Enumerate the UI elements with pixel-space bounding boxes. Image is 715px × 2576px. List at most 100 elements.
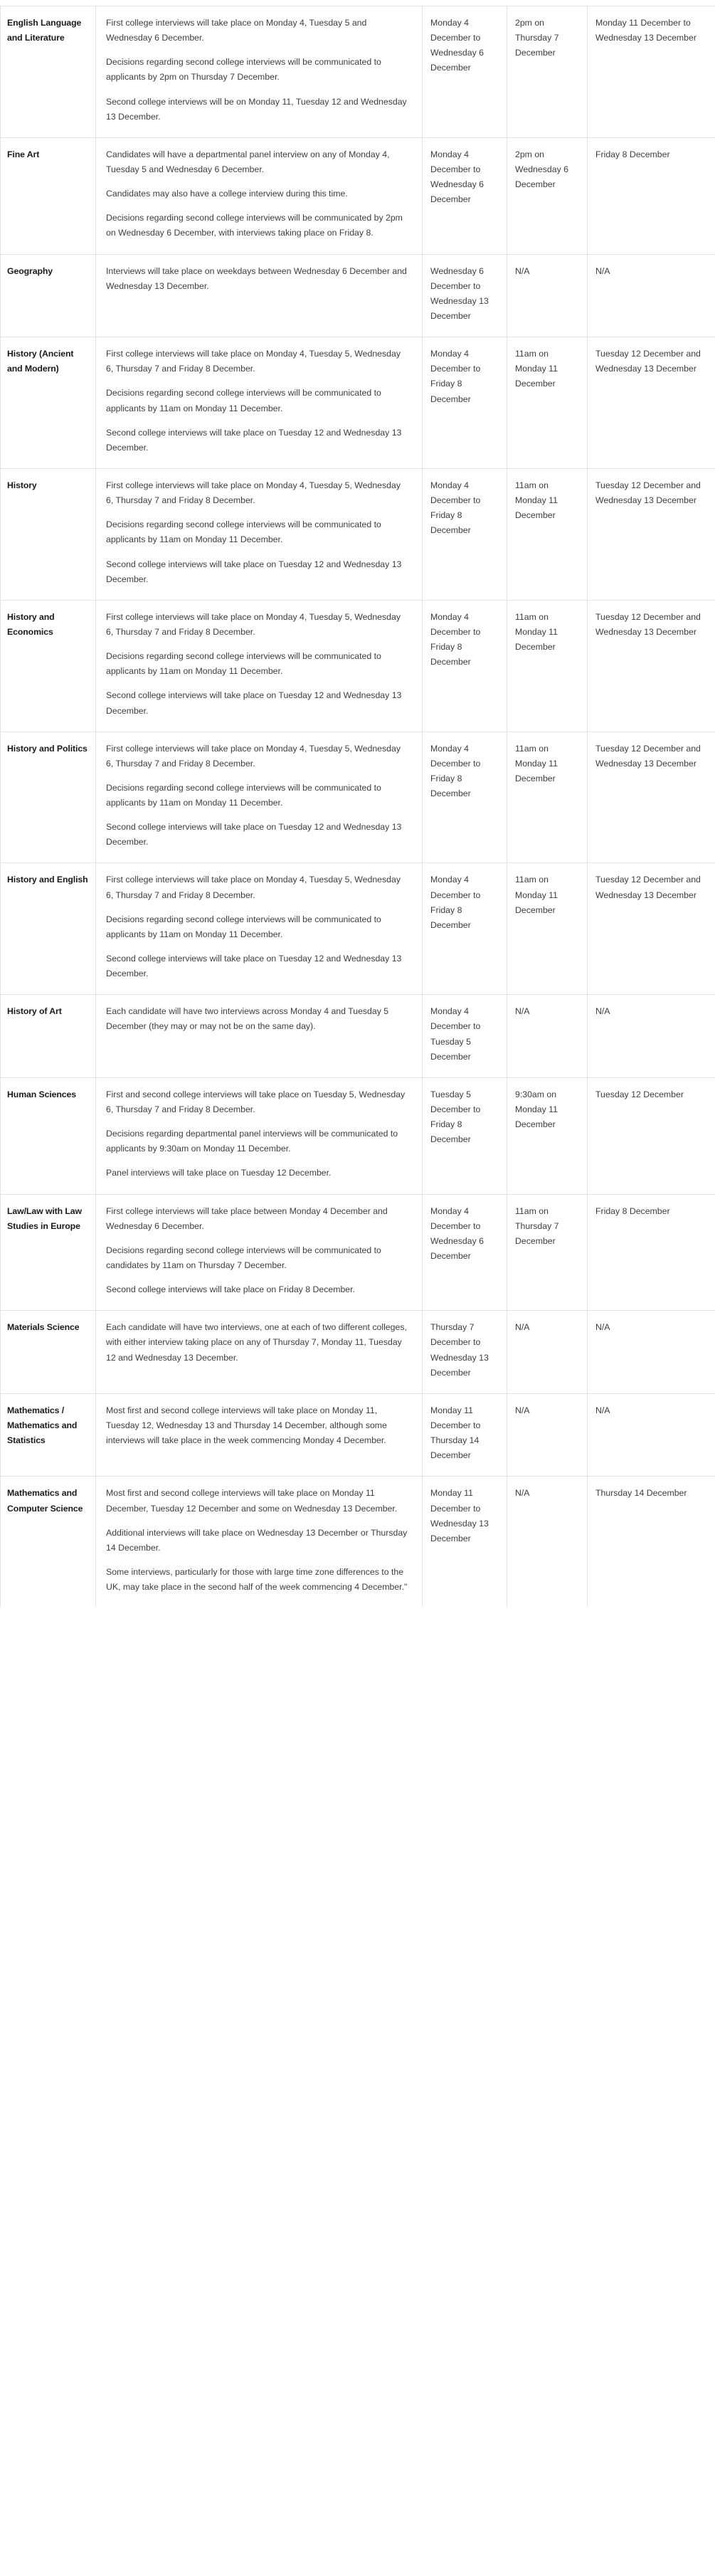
table-row: Fine Art Candidates will have a departmen… <box>0 137 715 255</box>
detail-paragraph: Interviews will take place on weekdays b… <box>106 265 407 291</box>
detail-paragraph: Second college interviews will take plac… <box>106 559 402 584</box>
interview-details-cell: Most first and second college interviews… <box>95 1476 423 1608</box>
interview-details-cell: First and second college interviews will… <box>95 1077 423 1195</box>
detail-paragraph: Some interviews, particularly for those … <box>106 1566 408 1593</box>
first-interview-date-cell: Thursday 7 December to Wednesday 13 Dece… <box>422 1310 507 1394</box>
decision-interview-date-cell: N/A <box>507 994 588 1078</box>
detail-paragraph: Most first and second college interviews… <box>106 1405 387 1446</box>
decision-interview-date-cell: 2pm on Wednesday 6 December <box>507 137 588 255</box>
first-interview-date-cell: Monday 4 December to Wednesday 6 Decembe… <box>422 1193 507 1311</box>
table-row: Law/Law with Law Studies in Europe First … <box>0 1193 715 1311</box>
interview-details-cell: First college interviews will take place… <box>95 1193 423 1311</box>
detail-paragraph: Candidates may also have a college inter… <box>106 189 348 199</box>
first-interview-date-cell: Monday 4 December to Friday 8 December <box>422 468 507 601</box>
detail-paragraph: Decisions regarding departmental panel i… <box>106 1129 398 1154</box>
table-row: Human Sciences First and second college i… <box>0 1077 715 1195</box>
decision-interview-date-cell: 11am on Monday 11 December <box>507 337 588 469</box>
subject-cell: History <box>0 468 96 601</box>
first-interview-date-cell: Monday 4 December to Friday 8 December <box>422 862 507 995</box>
top-spacer <box>0 0 715 6</box>
interview-details-cell: Interviews will take place on weekdays b… <box>95 253 423 337</box>
detail-paragraph: Second college interviews will take plac… <box>106 954 402 979</box>
table-row: History and Economics First college inter… <box>0 599 715 732</box>
detail-paragraph: First college interviews will take place… <box>106 349 401 374</box>
detail-paragraph: Additional interviews will take place on… <box>106 1527 408 1553</box>
decision-interview-date-cell: 11am on Monday 11 December <box>507 731 588 863</box>
second-interview-date-cell: Tuesday 12 December <box>587 1077 715 1195</box>
detail-paragraph: Decisions regarding second college inter… <box>106 213 403 238</box>
table-row: History First college interviews will tak… <box>0 468 715 601</box>
interview-details-cell: Most first and second college interviews… <box>95 1393 423 1477</box>
subject-cell: History (Ancient and Modern) <box>0 337 96 469</box>
detail-paragraph: First college interviews will take place… <box>106 875 401 900</box>
detail-paragraph: Each candidate will have two interviews … <box>106 1006 389 1032</box>
detail-paragraph: Decisions regarding second college inter… <box>106 57 381 83</box>
second-interview-date-cell: N/A <box>587 1393 715 1477</box>
subject-cell: History and Economics <box>0 599 96 732</box>
detail-paragraph: Most first and second college interviews… <box>106 1488 398 1514</box>
subject-cell: Materials Science <box>0 1310 96 1394</box>
detail-paragraph: First college interviews will take place… <box>106 1205 388 1231</box>
subject-cell: Geography <box>0 253 96 337</box>
detail-paragraph: First college interviews will take place… <box>106 18 367 43</box>
first-interview-date-cell: Monday 11 December to Thursday 14 Decemb… <box>422 1393 507 1477</box>
detail-paragraph: First college interviews will take place… <box>106 611 401 637</box>
second-interview-date-cell: Monday 11 December to Wednesday 13 Decem… <box>587 6 715 138</box>
detail-paragraph: Candidates will have a departmental pane… <box>106 149 390 174</box>
first-interview-date-cell: Monday 4 December to Tuesday 5 December <box>422 994 507 1078</box>
first-interview-date-cell: Tuesday 5 December to Friday 8 December <box>422 1077 507 1195</box>
second-interview-date-cell: Tuesday 12 December and Wednesday 13 Dec… <box>587 337 715 469</box>
decision-interview-date-cell: 9:30am on Monday 11 December <box>507 1077 588 1195</box>
table-row: Mathematics and Computer Science Most fir… <box>0 1476 715 1608</box>
detail-paragraph: Second college interviews will take plac… <box>106 1284 355 1295</box>
first-interview-date-cell: Monday 11 December to Wednesday 13 Decem… <box>422 1476 507 1608</box>
first-interview-date-cell: Monday 4 December to Wednesday 6 Decembe… <box>422 6 507 138</box>
decision-interview-date-cell: N/A <box>507 1310 588 1394</box>
second-interview-date-cell: N/A <box>587 253 715 337</box>
second-interview-date-cell: Thursday 14 December <box>587 1476 715 1608</box>
detail-paragraph: First college interviews will take place… <box>106 743 401 769</box>
detail-paragraph: Panel interviews will take place on Tues… <box>106 1168 332 1178</box>
decision-interview-date-cell: 2pm on Thursday 7 December <box>507 6 588 138</box>
detail-paragraph: Decisions regarding second college inter… <box>106 388 381 413</box>
interview-timetable-table: English Language and Literature First col… <box>0 6 715 1608</box>
second-interview-date-cell: Tuesday 12 December and Wednesday 13 Dec… <box>587 731 715 863</box>
detail-paragraph: Decisions regarding second college inter… <box>106 1245 381 1271</box>
second-interview-date-cell: Tuesday 12 December and Wednesday 13 Dec… <box>587 599 715 732</box>
subject-cell: Law/Law with Law Studies in Europe <box>0 1193 96 1311</box>
detail-paragraph: Decisions regarding second college inter… <box>106 914 381 939</box>
decision-interview-date-cell: N/A <box>507 253 588 337</box>
interview-details-cell: Each candidate will have two interviews,… <box>95 1310 423 1394</box>
detail-paragraph: Second college interviews will take plac… <box>106 427 402 453</box>
interview-details-cell: First college interviews will take place… <box>95 6 423 138</box>
second-interview-date-cell: N/A <box>587 994 715 1078</box>
subject-cell: History and Politics <box>0 731 96 863</box>
interview-details-cell: First college interviews will take place… <box>95 468 423 601</box>
detail-paragraph: Second college interviews will take plac… <box>106 822 402 848</box>
subject-cell: Human Sciences <box>0 1077 96 1195</box>
table-row: Mathematics / Mathematics and Statistics… <box>0 1393 715 1477</box>
decision-interview-date-cell: 11am on Monday 11 December <box>507 862 588 995</box>
decision-interview-date-cell: N/A <box>507 1393 588 1477</box>
table-row: History of Art Each candidate will have t… <box>0 994 715 1078</box>
decision-interview-date-cell: N/A <box>507 1476 588 1608</box>
subject-cell: English Language and Literature <box>0 6 96 138</box>
table-row: History (Ancient and Modern) First colleg… <box>0 337 715 469</box>
detail-paragraph: Decisions regarding second college inter… <box>106 519 381 545</box>
detail-paragraph: Decisions regarding second college inter… <box>106 651 381 677</box>
second-interview-date-cell: Friday 8 December <box>587 137 715 255</box>
decision-interview-date-cell: 11am on Monday 11 December <box>507 599 588 732</box>
first-interview-date-cell: Monday 4 December to Wednesday 6 Decembe… <box>422 137 507 255</box>
detail-paragraph: Each candidate will have two interviews,… <box>106 1322 407 1363</box>
second-interview-date-cell: N/A <box>587 1310 715 1394</box>
interview-details-cell: Candidates will have a departmental pane… <box>95 137 423 255</box>
subject-cell: Fine Art <box>0 137 96 255</box>
decision-interview-date-cell: 11am on Monday 11 December <box>507 468 588 601</box>
detail-paragraph: Second college interviews will take plac… <box>106 690 402 716</box>
interview-timetable-body: English Language and Literature First col… <box>0 6 715 1608</box>
table-row: History and English First college intervi… <box>0 862 715 995</box>
subject-cell: History and English <box>0 862 96 995</box>
interview-details-cell: First college interviews will take place… <box>95 862 423 995</box>
table-row: Materials Science Each candidate will ha… <box>0 1310 715 1394</box>
table-row: History and Politics First college interv… <box>0 731 715 863</box>
